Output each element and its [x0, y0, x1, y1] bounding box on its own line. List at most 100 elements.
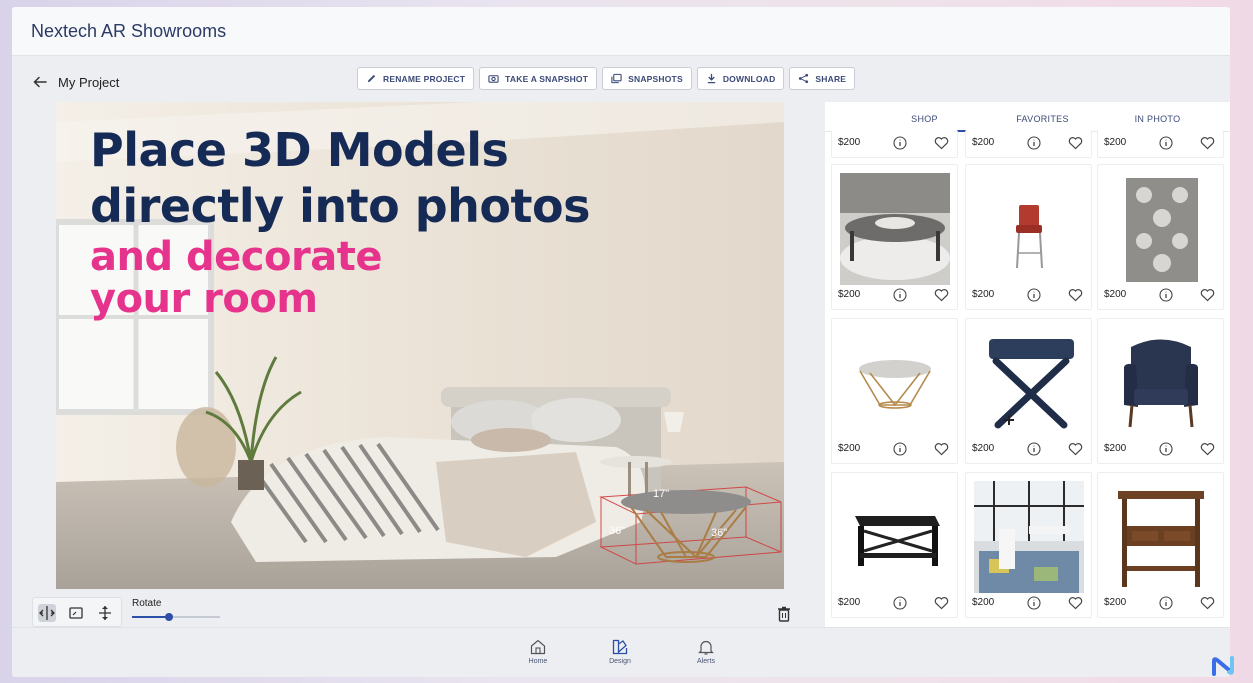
product-card[interactable]: $200	[965, 130, 1092, 158]
info-icon[interactable]	[1027, 136, 1041, 150]
nav-alerts-label: Alerts	[697, 658, 715, 665]
heart-icon[interactable]	[934, 442, 949, 456]
trash-icon[interactable]	[777, 606, 791, 622]
product-meta: $200	[1098, 437, 1223, 463]
tab-shop[interactable]: SHOP	[857, 114, 992, 124]
app-title: Nextech AR Showrooms	[31, 21, 227, 41]
rotate-slider-fill	[132, 616, 169, 618]
tab-in-photo[interactable]: IN PHOTO	[1090, 114, 1225, 124]
headline-line-3: and decorate	[90, 234, 382, 280]
project-toolbar: RENAME PROJECT TAKE A SNAPSHOT SNAPSHOTS…	[357, 67, 856, 90]
product-price: $200	[1104, 443, 1127, 454]
product-card[interactable]: $200	[965, 472, 1092, 618]
resize-mode-icon[interactable]	[67, 604, 85, 622]
app-window: Nextech AR Showrooms My Project RENAME P…	[12, 7, 1230, 677]
nav-design-label: Design	[609, 658, 631, 665]
product-card[interactable]: $200	[1097, 164, 1224, 310]
room-photo-canvas[interactable]: 17" 36" 36" Place 3D Models directly int…	[56, 102, 784, 589]
snapshots-label: SNAPSHOTS	[628, 73, 683, 84]
rename-project-button[interactable]: RENAME PROJECT	[357, 67, 475, 90]
dining-room-scene-thumb	[974, 481, 1084, 593]
heart-icon[interactable]	[1068, 136, 1083, 150]
headline-line-1: Place 3D Models	[90, 123, 509, 177]
rotate-mode-icon[interactable]	[38, 604, 56, 622]
product-price: $200	[1104, 597, 1127, 608]
dimension-left: 36"	[609, 525, 626, 537]
pencil-icon	[367, 74, 376, 83]
info-icon[interactable]	[1159, 288, 1173, 302]
panel-tabs: SHOP FAVORITES IN PHOTO	[825, 102, 1230, 132]
product-meta: $200	[832, 591, 957, 617]
heart-icon[interactable]	[1068, 596, 1083, 610]
product-card[interactable]: $200	[831, 472, 958, 618]
heart-icon[interactable]	[934, 596, 949, 610]
heart-icon[interactable]	[1200, 288, 1215, 302]
rotate-slider[interactable]	[132, 613, 220, 621]
heart-icon[interactable]	[934, 288, 949, 302]
product-card[interactable]: $200	[831, 318, 958, 464]
move-mode-icon[interactable]	[96, 604, 114, 622]
product-price: $200	[1104, 137, 1127, 148]
share-button[interactable]: SHARE	[789, 67, 856, 90]
product-price: $200	[1104, 289, 1127, 300]
info-icon[interactable]	[1159, 596, 1173, 610]
info-icon[interactable]	[893, 136, 907, 150]
product-price: $200	[972, 443, 995, 454]
product-price: $200	[838, 289, 861, 300]
product-meta: $200	[966, 283, 1091, 309]
rotate-slider-thumb[interactable]	[164, 613, 173, 621]
product-price: $200	[838, 597, 861, 608]
heart-icon[interactable]	[1068, 288, 1083, 302]
product-card[interactable]: $200	[965, 318, 1092, 464]
share-icon	[799, 73, 809, 84]
product-card[interactable]: $200	[965, 164, 1092, 310]
product-card[interactable]: $200	[831, 130, 958, 158]
project-bar: My Project RENAME PROJECT TAKE A SNAPSHO…	[12, 63, 1230, 103]
nav-home[interactable]: Home	[508, 638, 568, 665]
bottom-navigation: Home Design Alerts	[12, 627, 1230, 677]
share-label: SHARE	[815, 73, 847, 84]
product-price: $200	[972, 289, 995, 300]
camera-icon	[488, 75, 499, 83]
ottoman-x-base-thumb	[974, 327, 1084, 439]
info-icon[interactable]	[893, 288, 907, 302]
info-icon[interactable]	[1159, 442, 1173, 456]
product-meta: $200	[1098, 131, 1223, 157]
product-meta: $200	[1098, 591, 1223, 617]
app-header: Nextech AR Showrooms	[12, 7, 1230, 56]
product-card[interactable]: $200	[1097, 130, 1224, 158]
nav-alerts[interactable]: Alerts	[676, 638, 736, 665]
side-table-wire-thumb	[840, 327, 950, 439]
info-icon[interactable]	[1159, 136, 1173, 150]
nextech-logo-icon	[1212, 656, 1234, 676]
product-meta: $200	[832, 283, 957, 309]
product-meta: $200	[966, 591, 1091, 617]
heart-icon[interactable]	[1200, 442, 1215, 456]
arrow-left-icon[interactable]	[32, 74, 48, 90]
console-table-wood-thumb	[1106, 481, 1216, 593]
info-icon[interactable]	[893, 442, 907, 456]
snapshots-button[interactable]: SNAPSHOTS	[602, 67, 692, 90]
heart-icon[interactable]	[1068, 442, 1083, 456]
product-card[interactable]: $200	[831, 164, 958, 310]
info-icon[interactable]	[1027, 596, 1041, 610]
info-icon[interactable]	[1027, 442, 1041, 456]
download-icon	[707, 73, 715, 84]
dimension-top: 17"	[653, 488, 670, 500]
heart-icon[interactable]	[1200, 136, 1215, 150]
download-button[interactable]: DOWNLOAD	[696, 67, 785, 90]
heart-icon[interactable]	[934, 136, 949, 150]
product-price: $200	[972, 597, 995, 608]
promo-headline: Place 3D Models directly into photos and…	[90, 122, 590, 320]
dimension-right: 36"	[711, 527, 728, 539]
take-snapshot-button[interactable]: TAKE A SNAPSHOT	[479, 67, 598, 90]
heart-icon[interactable]	[1200, 596, 1215, 610]
nav-design[interactable]: Design	[590, 638, 650, 665]
product-meta: $200	[966, 437, 1091, 463]
product-card[interactable]: $200	[1097, 472, 1224, 618]
info-icon[interactable]	[893, 596, 907, 610]
info-icon[interactable]	[1027, 288, 1041, 302]
product-panel: SHOP FAVORITES IN PHOTO $200 $200 $200 $…	[825, 102, 1230, 627]
product-card[interactable]: $200	[1097, 318, 1224, 464]
product-meta: $200	[832, 437, 957, 463]
